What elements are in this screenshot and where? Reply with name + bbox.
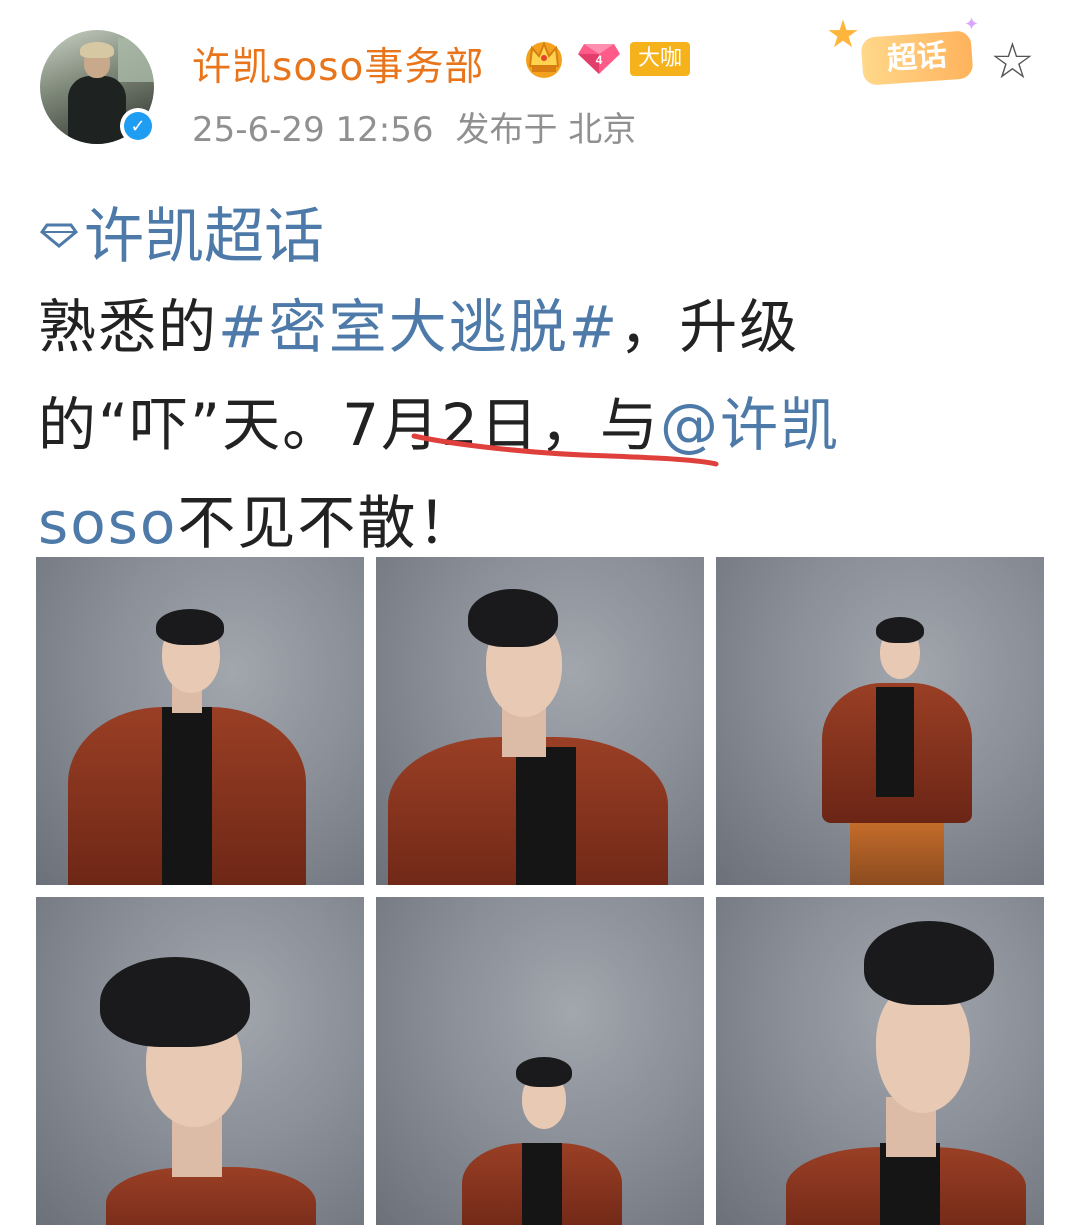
level-badge: 大咖 bbox=[630, 42, 691, 76]
sparkle-icon: ★ bbox=[826, 12, 861, 56]
photo-4[interactable] bbox=[36, 897, 364, 1225]
photo-5[interactable] bbox=[376, 897, 704, 1225]
text-segment: 的“吓”天。 bbox=[38, 391, 343, 459]
sparkle-small-icon: ✦ bbox=[964, 14, 980, 35]
post-meta: 25-6-29 12:56 发布于 北京 bbox=[192, 102, 636, 151]
photo-2[interactable] bbox=[376, 557, 704, 885]
verified-icon: ✓ bbox=[120, 108, 156, 144]
username[interactable]: 许凯soso事务部 bbox=[192, 36, 484, 92]
text-segment: ，升级 bbox=[619, 293, 800, 361]
location: 发布于 北京 bbox=[455, 110, 637, 150]
crown-badge-icon[interactable] bbox=[520, 36, 568, 80]
star-icon[interactable]: ☆ bbox=[990, 36, 1035, 86]
avatar-figure-body bbox=[68, 76, 126, 144]
avatar-figure-hair bbox=[80, 42, 114, 58]
avatar-background bbox=[118, 38, 154, 82]
text-segment: 熟悉的 bbox=[38, 293, 219, 361]
topic-label: 许凯超话 bbox=[84, 202, 324, 272]
chaohua-button[interactable]: ★ 超话 ✦ bbox=[826, 12, 986, 92]
post-text-line-3: soso不见不散！ bbox=[38, 476, 477, 560]
svg-text:4: 4 bbox=[596, 53, 603, 67]
red-underline-annotation bbox=[411, 433, 719, 467]
hashtag-link[interactable]: #密室大逃脱# bbox=[218, 293, 619, 361]
gem-badge-icon[interactable]: 4 bbox=[576, 38, 622, 78]
diamond-topic-icon bbox=[40, 223, 78, 248]
photo-3[interactable] bbox=[716, 557, 1044, 885]
timestamp: 25-6-29 12:56 bbox=[192, 110, 434, 150]
post-text-line-1: 熟悉的#密室大逃脱#，升级 bbox=[38, 280, 799, 364]
text-segment: 不见不散！ bbox=[177, 489, 478, 557]
mention-link[interactable]: soso bbox=[38, 489, 177, 557]
photo-1[interactable] bbox=[36, 557, 364, 885]
photo-6[interactable] bbox=[716, 897, 1044, 1225]
verified-mark: ✓ bbox=[124, 112, 152, 140]
topic-link[interactable]: 许凯超话 bbox=[40, 188, 324, 275]
chaohua-label: 超话 bbox=[860, 30, 974, 86]
